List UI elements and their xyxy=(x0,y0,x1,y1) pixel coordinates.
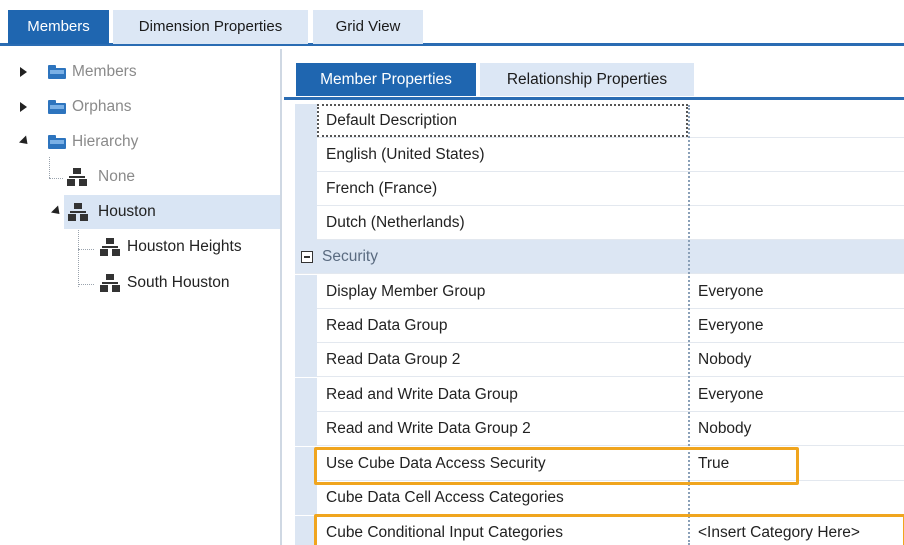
member-icon xyxy=(68,203,88,221)
tree-label: Orphans xyxy=(72,98,132,115)
member-icon xyxy=(100,238,120,256)
tree-item-houston-heights[interactable]: Houston Heights xyxy=(96,232,276,262)
member-tree: Members Orphans Hierarchy None Houston H… xyxy=(0,49,282,545)
focus-rectangle xyxy=(317,104,688,137)
member-icon xyxy=(100,274,120,292)
expand-arrow-icon[interactable] xyxy=(20,67,27,77)
tree-connector xyxy=(78,284,94,285)
folder-icon xyxy=(48,100,66,114)
property-name: French (France) xyxy=(326,180,438,197)
tree-connector xyxy=(78,249,94,250)
property-value[interactable]: Nobody xyxy=(693,412,904,446)
property-tab-bar: Member Properties Relationship Propertie… xyxy=(284,49,904,100)
collapse-arrow-icon[interactable] xyxy=(50,205,64,218)
collapse-minus-icon[interactable] xyxy=(301,251,313,263)
expand-arrow-icon[interactable] xyxy=(20,102,27,112)
tree-item-members[interactable]: Members xyxy=(0,57,280,87)
tree-connector xyxy=(78,224,79,287)
tree-item-orphans[interactable]: Orphans xyxy=(0,92,280,122)
property-row[interactable]: Read Data Group Everyone xyxy=(295,309,904,343)
property-name: Read Data Group xyxy=(326,317,448,334)
property-value[interactable] xyxy=(693,104,904,138)
property-value[interactable] xyxy=(693,206,904,240)
tree-label: South Houston xyxy=(127,274,230,291)
property-name: English (United States) xyxy=(326,146,485,163)
top-tab-bar: Members Dimension Properties Grid View xyxy=(0,0,904,46)
category-label: Security xyxy=(322,248,378,265)
tree-label: Members xyxy=(72,63,137,80)
property-value[interactable]: Everyone xyxy=(693,275,904,309)
property-row[interactable]: Display Member Group Everyone xyxy=(295,275,904,309)
property-name: Cube Data Cell Access Categories xyxy=(326,489,564,506)
tab-dimension-properties[interactable]: Dimension Properties xyxy=(113,10,308,44)
property-name: Read and Write Data Group 2 xyxy=(326,420,531,437)
tab-grid-view[interactable]: Grid View xyxy=(313,10,423,44)
property-value[interactable] xyxy=(693,172,904,206)
property-name: Display Member Group xyxy=(326,283,486,300)
property-value[interactable] xyxy=(693,481,904,515)
tree-item-none[interactable]: None xyxy=(60,162,260,192)
property-value[interactable] xyxy=(693,138,904,172)
property-value[interactable]: Everyone xyxy=(693,378,904,412)
tree-connector xyxy=(49,157,50,178)
category-row-security[interactable]: Security xyxy=(295,240,904,274)
property-row[interactable]: French (France) xyxy=(295,172,904,206)
tree-label: None xyxy=(98,168,136,185)
tab-members[interactable]: Members xyxy=(8,10,109,44)
property-row[interactable]: Cube Data Cell Access Categories xyxy=(295,481,904,515)
tree-label: Houston Heights xyxy=(127,238,242,255)
property-row[interactable]: Dutch (Netherlands) xyxy=(295,206,904,240)
property-value[interactable]: Nobody xyxy=(693,343,904,377)
property-row[interactable]: Read and Write Data Group 2 Nobody xyxy=(295,412,904,446)
tab-relationship-properties[interactable]: Relationship Properties xyxy=(480,63,694,96)
tab-member-properties[interactable]: Member Properties xyxy=(296,63,476,96)
highlight-box-cube-security xyxy=(314,447,799,485)
property-row[interactable]: Read Data Group 2 Nobody xyxy=(295,343,904,377)
property-row[interactable]: English (United States) xyxy=(295,138,904,172)
property-name: Read Data Group 2 xyxy=(326,351,461,368)
tree-label: Houston xyxy=(98,203,156,220)
property-row[interactable]: Read and Write Data Group Everyone xyxy=(295,378,904,412)
highlight-box-conditional-input xyxy=(314,514,904,545)
property-name: Read and Write Data Group xyxy=(326,386,518,403)
folder-icon xyxy=(48,65,66,79)
tree-item-hierarchy[interactable]: Hierarchy xyxy=(0,127,280,157)
property-name: Dutch (Netherlands) xyxy=(326,214,465,231)
collapse-arrow-icon[interactable] xyxy=(18,135,32,148)
member-icon xyxy=(67,168,87,186)
tree-label: Hierarchy xyxy=(72,133,139,150)
folder-icon xyxy=(48,135,66,149)
tree-item-south-houston[interactable]: South Houston xyxy=(96,268,276,298)
property-value[interactable]: Everyone xyxy=(693,309,904,343)
tree-item-houston[interactable]: Houston xyxy=(50,195,280,229)
